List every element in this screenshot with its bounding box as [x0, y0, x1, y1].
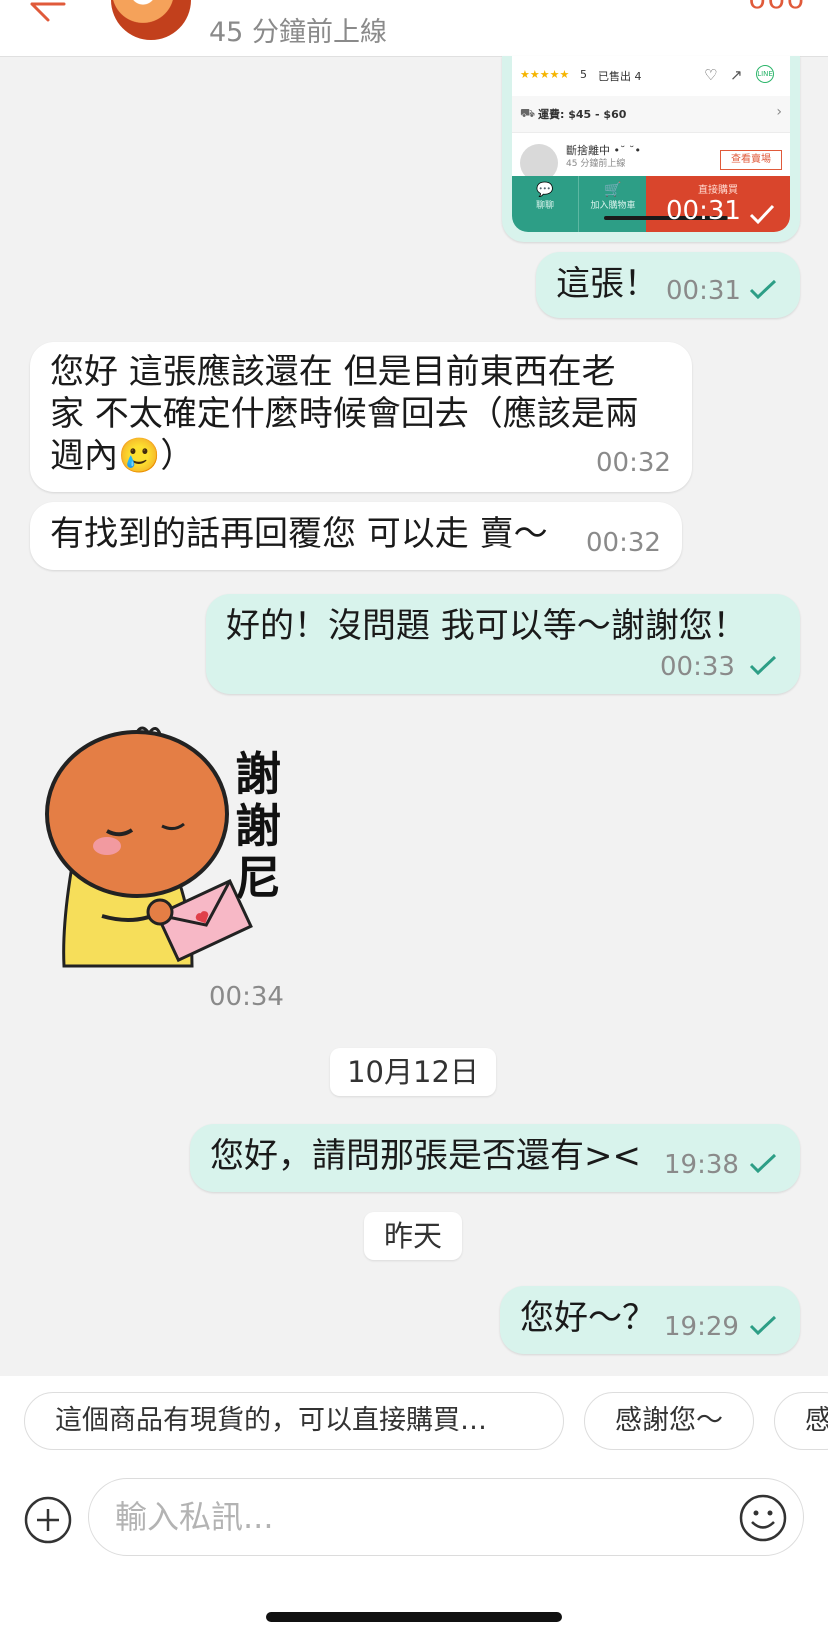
sold-count: 已售出 4 [598, 70, 642, 83]
shipping-fee: 運費: $45 - $60 [538, 108, 627, 121]
message-time: 00:32 [596, 448, 671, 478]
message-time: 00:34 [209, 982, 284, 1012]
quick-reply-in-stock[interactable]: 這個商品有現貨的，可以直接購買… [24, 1392, 564, 1450]
line-icon: LINE [756, 65, 774, 83]
chevron-right-icon: › [776, 104, 782, 120]
outgoing-message[interactable]: 您好，請問那張是否還有>< 19:38 [190, 1124, 800, 1192]
outgoing-message[interactable]: 您好～？ 19:29 [500, 1286, 800, 1354]
chat-bubble-icon: 💬 [536, 182, 554, 198]
quick-reply-bar: 這個商品有現貨的，可以直接購買… 感謝您～ 感 [0, 1376, 828, 1468]
message-text: 這張！ [556, 264, 658, 304]
quick-reply-partial[interactable]: 感 [774, 1392, 828, 1450]
more-options-icon[interactable]: ooo [749, 0, 806, 15]
read-check-icon [749, 655, 777, 676]
quick-reply-thanks[interactable]: 感謝您～ [584, 1392, 754, 1450]
sticker-caption: 謝謝尼 [235, 747, 281, 905]
date-separator: 昨天 [364, 1212, 462, 1260]
chat-action: 💬 聊聊 [512, 176, 578, 232]
back-arrow-icon[interactable] [18, 0, 68, 24]
share-icon: ↗ [730, 66, 743, 84]
truck-icon: ⛟ [520, 106, 536, 120]
incoming-message[interactable]: 您好 這張應該還在 但是目前東西在老 家 不太確定什麼時候會回去（應該是兩 週內… [30, 342, 692, 492]
incoming-message[interactable]: 有找到的話再回覆您 可以走 賣～ 00:32 [30, 502, 682, 570]
plus-icon[interactable] [24, 1496, 72, 1544]
read-check-icon [749, 279, 777, 300]
message-input[interactable] [88, 1478, 804, 1556]
cart-label: 加入購物車 [590, 201, 636, 211]
emoji-icon[interactable] [738, 1493, 788, 1543]
outgoing-message[interactable]: 好的！沒問題 我可以等～謝謝您！ 00:33 [206, 594, 800, 694]
cart-icon: 🛒 [604, 182, 622, 198]
rating-stars: ★★★★★ [520, 68, 570, 81]
message-line: 您好 這張應該還在 但是目前東西在老 [50, 352, 616, 392]
home-indicator [266, 1612, 562, 1622]
message-text: 您好，請問那張是否還有>< [210, 1136, 641, 1176]
seller-avatar[interactable] [111, 0, 191, 40]
product-rating-row: ★★★★★ 5 已售出 4 ♡ ↗ LINE [512, 56, 790, 97]
outgoing-message[interactable]: 這張！ 00:31 [536, 252, 800, 318]
chat-header: 45 分鐘前上線 ooo [0, 0, 828, 57]
view-shop-button: 查看賣場 [720, 150, 782, 170]
rating-value: 5 [580, 68, 587, 81]
read-check-icon [749, 204, 775, 225]
heart-icon: ♡ [704, 66, 718, 84]
message-time: 00:32 [586, 528, 661, 558]
message-line: 家 不太確定什麼時候會回去（應該是兩 [50, 394, 639, 434]
message-text: 好的！沒問題 我可以等～謝謝您！ [226, 606, 747, 646]
message-time: 19:38 [664, 1150, 739, 1180]
seller-row: 斷捨離中 •˘ ˘• 45 分鐘前上線 查看賣場 [512, 136, 790, 182]
message-text: 您好～？ [520, 1298, 656, 1338]
seller-online: 45 分鐘前上線 [566, 159, 626, 169]
message-input-bar [0, 1468, 828, 1640]
online-status: 45 分鐘前上線 [209, 17, 387, 48]
date-separator: 10月12日 [330, 1048, 496, 1096]
chat-label: 聊聊 [535, 201, 554, 211]
shipping-row: ⛟ 運費: $45 - $60 › [512, 96, 790, 133]
message-line: 週內🥲） [50, 436, 195, 476]
message-text: 有找到的話再回覆您 可以走 賣～ [50, 514, 548, 554]
read-check-icon [749, 1315, 777, 1336]
message-time: 00:31 [666, 196, 741, 226]
message-time: 00:33 [660, 652, 735, 682]
message-time: 00:31 [666, 276, 741, 306]
message-time: 19:29 [664, 1312, 739, 1342]
read-check-icon [749, 1153, 777, 1174]
cart-action: 🛒 加入購物車 [578, 176, 647, 232]
